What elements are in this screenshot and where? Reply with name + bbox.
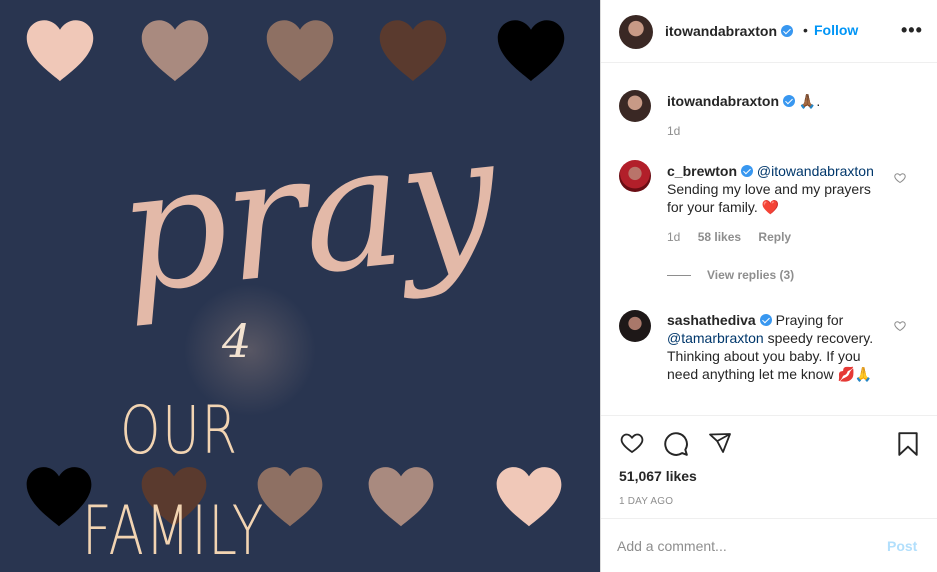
commenter-avatar[interactable] (619, 160, 651, 192)
post-header: itowandabraxton • Follow ••• (601, 0, 937, 63)
view-replies-button[interactable]: View replies (3) (707, 268, 794, 282)
post-comment-button[interactable]: Post (887, 538, 917, 554)
comments-list[interactable]: itowandabraxton 🙏🏾. 1d c_brewton @itowan… (601, 64, 937, 415)
caption-username[interactable]: itowandabraxton (667, 93, 779, 109)
caption-row: itowandabraxton 🙏🏾. 1d (601, 86, 937, 146)
bookmark-icon[interactable] (897, 431, 919, 457)
comment-like-heart-icon[interactable] (894, 172, 906, 184)
heart-outline-icon[interactable] (619, 431, 645, 455)
verified-badge-icon (781, 25, 794, 37)
bottom-heart-icon (368, 467, 434, 527)
image-text-family: FAMILY (82, 492, 265, 571)
commenter-username[interactable]: sashathediva (667, 312, 756, 328)
post-actions: 51,067 likes 1 DAY AGO (601, 415, 937, 519)
likes-count[interactable]: 51,067 likes (619, 468, 697, 484)
top-heart-icon (26, 20, 94, 82)
comment-body-start: Praying for (775, 312, 844, 328)
caption-text: itowandabraxton 🙏🏾. (667, 92, 887, 110)
commenter-avatar[interactable] (619, 310, 651, 342)
verified-badge-icon (759, 314, 772, 326)
verified-badge-icon (783, 95, 796, 107)
add-comment-bar: Post (601, 518, 937, 572)
comment-meta: 1d 58 likes Reply (667, 230, 805, 244)
caption-body: 🙏🏾. (798, 93, 821, 109)
verified-badge-icon (741, 165, 754, 177)
comment-text: sashathediva Praying for @tamarbraxton s… (667, 311, 887, 383)
comment-likes[interactable]: 58 likes (698, 230, 741, 244)
caption-time[interactable]: 1d (667, 124, 680, 138)
author-name-wrap: itowandabraxton (665, 23, 794, 41)
caption-avatar[interactable] (619, 90, 651, 122)
comment-item: sashathediva Praying for @tamarbraxton s… (601, 310, 937, 410)
comment-bubble-icon[interactable] (663, 431, 689, 457)
commenter-username[interactable]: c_brewton (667, 163, 737, 179)
post-side-panel: itowandabraxton • Follow ••• itowandabra… (601, 0, 937, 572)
follow-button[interactable]: Follow (814, 22, 858, 38)
comment-text: c_brewton @itowandabraxton Sending my lo… (667, 162, 887, 216)
comment-mention[interactable]: @itowandabraxton (757, 163, 874, 179)
comment-like-heart-icon[interactable] (894, 320, 906, 332)
reply-button[interactable]: Reply (758, 230, 791, 244)
author-avatar[interactable] (619, 15, 653, 49)
more-options-icon[interactable]: ••• (901, 20, 923, 41)
top-heart-icon (497, 20, 565, 82)
post-image[interactable]: pray 4 OUR FAMILY (0, 0, 601, 572)
image-text-four: 4 (222, 314, 252, 368)
image-text-our: OUR (120, 392, 239, 469)
post-timestamp[interactable]: 1 DAY AGO (619, 496, 673, 507)
comment-time[interactable]: 1d (667, 230, 680, 244)
author-username[interactable]: itowandabraxton (665, 23, 777, 39)
comment-mention[interactable]: @tamarbraxton (667, 330, 764, 346)
comment-body: Sending my love and my prayers for your … (667, 181, 871, 215)
top-heart-icon (141, 20, 209, 82)
top-heart-icon (266, 20, 334, 82)
separator-dot: • (803, 22, 808, 38)
add-comment-input[interactable] (617, 535, 867, 557)
top-heart-icon (379, 20, 447, 82)
bottom-heart-icon (496, 467, 562, 527)
image-text-pray: pray (109, 97, 504, 332)
paper-plane-icon[interactable] (707, 431, 733, 455)
